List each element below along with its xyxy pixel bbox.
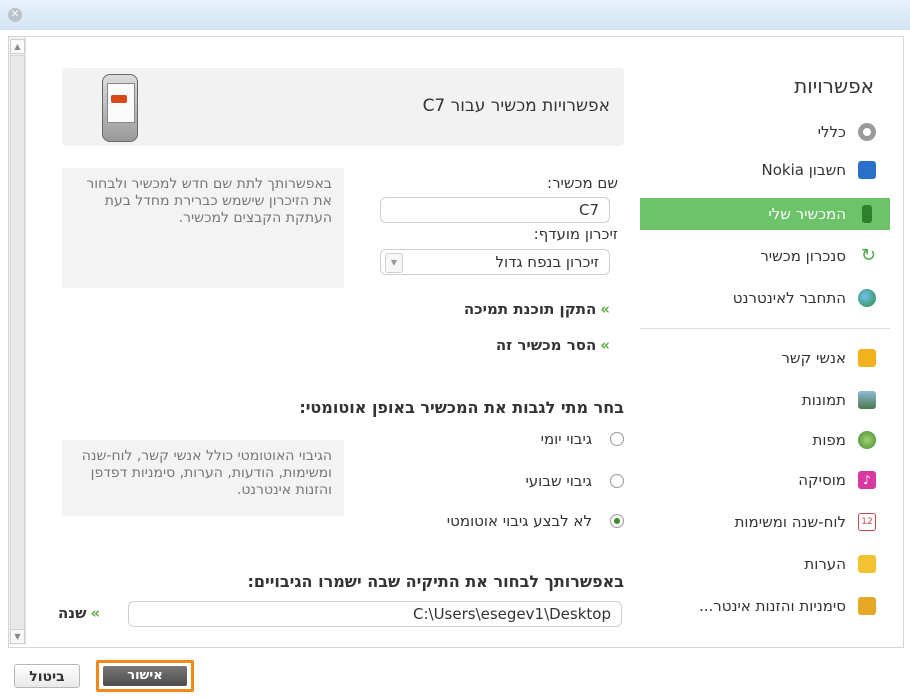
remove-device-link[interactable]: »הסר מכשיר זה (496, 336, 610, 354)
contacts-icon (858, 349, 876, 367)
remove-device-label: הסר מכשיר זה (495, 336, 597, 354)
music-icon: ♪ (858, 471, 876, 489)
photos-icon (858, 391, 876, 409)
backup-folder-title: באפשרותך לבחור את התיקיה שבה ישמרו הגיבו… (247, 572, 624, 591)
sidebar-item-calendar[interactable]: 12 לוח-שנה ומשימות (640, 506, 890, 538)
sidebar-item-my-device[interactable]: המכשיר שלי (640, 198, 890, 230)
device-name-input[interactable] (380, 197, 610, 223)
backup-option-none[interactable]: לא לבצע גיבוי אוטומטי (447, 512, 624, 530)
gear-icon (858, 123, 876, 141)
sidebar-item-maps[interactable]: מפות (640, 424, 890, 456)
preferred-memory-label: זיכרון מועדף: (533, 225, 618, 243)
sidebar-item-music[interactable]: ♪ מוסיקה (640, 464, 890, 496)
name-info-text: באפשרותך לתת שם חדש למכשיר ולבחור את הזי… (62, 168, 344, 288)
scroll-down-icon[interactable]: ▼ (10, 629, 25, 644)
chevron-right-icon: » (90, 604, 101, 622)
sidebar-item-label: הערות (804, 555, 846, 573)
install-support-label: התקן תוכנת תמיכה (463, 300, 597, 318)
phone-icon (862, 205, 872, 223)
chevron-down-icon: ▼ (385, 253, 403, 273)
sidebar-item-label: לוח-שנה ומשימות (734, 513, 846, 531)
sidebar-divider (640, 328, 890, 329)
chevron-right-icon: » (600, 300, 610, 318)
backup-info-text: הגיבוי האוטומטי כולל אנשי קשר, לוח-שנה ו… (62, 440, 344, 516)
sidebar-item-bookmarks[interactable]: סימניות והזנות אינטר... (640, 590, 890, 622)
options-sidebar: אפשרויות כללי חשבון Nokia המכשיר שלי ↻ ס… (640, 60, 902, 640)
backup-section-title: בחר מתי לגבות את המכשיר באופן אוטומטי: (299, 398, 624, 417)
device-title: אפשרויות מכשיר עבור C7 (422, 96, 610, 116)
backup-option-daily[interactable]: גיבוי יומי (541, 430, 624, 448)
sidebar-title: אפשרויות (794, 74, 874, 98)
backup-option-label: גיבוי יומי (540, 430, 592, 448)
radio-none[interactable] (610, 514, 624, 528)
sidebar-item-photos[interactable]: תמונות (640, 384, 890, 416)
sidebar-item-connect-internet[interactable]: התחבר לאינטרנט (640, 282, 890, 314)
change-folder-label: שנה (58, 604, 87, 622)
sync-icon: ↻ (860, 245, 876, 266)
preferred-memory-value: זיכרון בנפח גדול (495, 253, 599, 271)
change-folder-link[interactable]: »שנה (58, 604, 100, 622)
device-name-label: שם מכשיר: (547, 174, 618, 192)
radio-weekly[interactable] (610, 474, 624, 488)
maps-icon (858, 431, 876, 449)
sidebar-item-label: סימניות והזנות אינטר... (698, 597, 846, 615)
sidebar-item-label: התחבר לאינטרנט (732, 289, 846, 307)
scrollbar-thumb[interactable] (10, 55, 25, 632)
sidebar-item-contacts[interactable]: אנשי קשר (640, 342, 890, 374)
backup-option-weekly[interactable]: גיבוי שבועי (525, 472, 624, 490)
chevron-right-icon: » (600, 336, 610, 354)
preferred-memory-select[interactable]: זיכרון בנפח גדול ▼ (380, 249, 610, 275)
sidebar-item-label: אנשי קשר (781, 349, 846, 367)
scroll-up-icon[interactable]: ▲ (10, 39, 25, 54)
user-account-icon (858, 161, 876, 179)
calendar-icon: 12 (858, 513, 876, 531)
backup-folder-input[interactable] (128, 601, 622, 627)
sidebar-item-label: המכשיר שלי (768, 205, 846, 223)
bookmarks-icon (858, 597, 876, 615)
sidebar-item-label: מפות (812, 431, 846, 449)
title-bar: ✕ (0, 0, 910, 30)
cancel-button[interactable]: ביטול (14, 664, 80, 688)
sidebar-item-device-sync[interactable]: ↻ סנכרון מכשיר (640, 240, 890, 272)
sidebar-item-label: סנכרון מכשיר (760, 247, 846, 265)
sidebar-item-nokia-account[interactable]: חשבון Nokia (640, 154, 890, 186)
sidebar-item-general[interactable]: כללי (640, 116, 890, 148)
backup-option-label: גיבוי שבועי (525, 472, 592, 490)
notes-icon (858, 555, 876, 573)
sidebar-item-label: מוסיקה (798, 471, 846, 489)
radio-daily[interactable] (610, 432, 624, 446)
sidebar-item-label: חשבון Nokia (761, 161, 847, 179)
globe-icon (858, 289, 876, 307)
sidebar-item-label: תמונות (801, 391, 846, 409)
backup-option-label: לא לבצע גיבוי אוטומטי (446, 512, 592, 530)
device-header-card: אפשרויות מכשיר עבור C7 (62, 68, 624, 146)
vertical-scrollbar[interactable]: ▲ ▼ (9, 37, 26, 645)
sidebar-item-label: כללי (817, 123, 846, 141)
ok-button[interactable]: אישור (103, 666, 187, 686)
ok-button-focus-ring: אישור (96, 660, 194, 692)
sidebar-item-notes[interactable]: הערות (640, 548, 890, 580)
close-icon[interactable]: ✕ (8, 8, 22, 22)
phone-image-icon (102, 74, 138, 142)
install-support-link[interactable]: »התקן תוכנת תמיכה (464, 300, 610, 318)
